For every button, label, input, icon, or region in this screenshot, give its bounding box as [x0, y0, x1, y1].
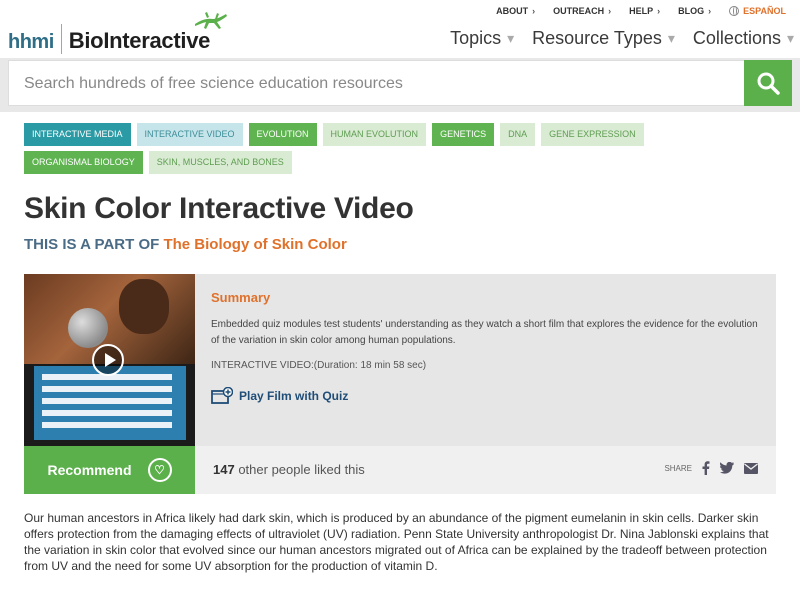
utility-link-label: OUTREACH: [553, 6, 605, 16]
logo-divider: [60, 24, 62, 54]
collection-link[interactable]: The Biology of Skin Color: [163, 236, 346, 253]
hhmi-logo-text: hhmi: [8, 31, 54, 53]
tag-organismal-biology[interactable]: ORGANISMAL BIOLOGY: [24, 151, 143, 174]
share-tools: SHARE: [664, 461, 758, 475]
nav-label: Topics: [450, 28, 502, 48]
tag-interactive-video[interactable]: INTERACTIVE VIDEO: [136, 123, 243, 146]
share-label: SHARE: [664, 463, 692, 473]
tag-list: INTERACTIVE MEDIA INTERACTIVE VIDEO EVOL…: [24, 123, 644, 179]
recommend-label: Recommend: [47, 462, 132, 478]
part-of-prefix: THIS IS A PART OF: [24, 236, 160, 253]
summary-text: Embedded quiz modules test students' und…: [211, 319, 758, 346]
tag-evolution[interactable]: EVOLUTION: [248, 123, 317, 146]
email-icon[interactable]: [744, 462, 758, 474]
likes-suffix: other people liked this: [238, 462, 365, 477]
utility-link-about[interactable]: ABOUT ›: [496, 6, 535, 16]
language-link-espanol[interactable]: ESPAÑOL: [729, 6, 786, 16]
search-icon: [757, 72, 780, 95]
heart-plus-icon: ♡: [147, 458, 172, 482]
recommend-bar: Recommend ♡ 147 other people liked this …: [24, 446, 776, 494]
play-film-with-quiz-link[interactable]: Play Film with Quiz: [211, 387, 348, 405]
biointeractive-logo-text: BioInteractive: [68, 28, 211, 53]
nav-label: Resource Types: [532, 28, 662, 48]
tag-dna[interactable]: DNA: [500, 123, 536, 146]
add-window-icon: [211, 387, 233, 404]
nav-label: Collections: [692, 28, 781, 48]
search-button[interactable]: [744, 60, 792, 106]
utility-link-label: HELP: [629, 6, 654, 16]
video-thumbnail[interactable]: [24, 274, 195, 446]
chevron-down-icon: ▾: [507, 30, 515, 46]
chevron-down-icon: ▾: [667, 30, 675, 46]
twitter-icon[interactable]: [720, 462, 734, 474]
thumbnail-globe: [68, 308, 108, 348]
search-input[interactable]: Search hundreds of free science educatio…: [8, 60, 744, 106]
chevron-down-icon: ▾: [786, 30, 794, 46]
chevron-right-icon: ›: [608, 6, 612, 16]
chevron-right-icon: ›: [532, 6, 536, 16]
utility-link-help[interactable]: HELP ›: [629, 6, 660, 16]
tag-interactive-media[interactable]: INTERACTIVE MEDIA: [24, 123, 131, 146]
facebook-icon[interactable]: [702, 461, 710, 475]
recommend-button[interactable]: Recommend ♡: [24, 446, 195, 494]
resource-card: Summary Embedded quiz modules test stude…: [24, 274, 776, 446]
site-header: hhmi BioInteractive ABOUT › OUTREACH › HEL…: [0, 0, 800, 58]
duration-label: INTERACTIVE VIDEO:(Duration: 18 min 58 s…: [211, 360, 427, 371]
tag-human-evolution[interactable]: HUMAN EVOLUTION: [322, 123, 427, 146]
tag-gene-expression[interactable]: GENE EXPRESSION: [541, 123, 644, 146]
resource-description: Our human ancestors in Africa likely had…: [24, 511, 769, 573]
thumbnail-quiz-panel: [34, 366, 186, 440]
likes-count: 147 other people liked this: [213, 462, 365, 477]
play-film-label: Play Film with Quiz: [239, 389, 349, 403]
nav-collections[interactable]: Collections ▾: [693, 28, 794, 49]
utility-link-outreach[interactable]: OUTREACH ›: [553, 6, 611, 16]
utility-link-label: BLOG: [678, 6, 705, 16]
thumbnail-person: [119, 279, 169, 334]
search-bar: Search hundreds of free science educatio…: [0, 58, 800, 112]
summary-heading: Summary: [211, 290, 271, 305]
chevron-right-icon: ›: [708, 6, 712, 16]
nav-topics[interactable]: Topics ▾: [450, 28, 514, 49]
collection-breadcrumb: THIS IS A PART OF The Biology of Skin Co…: [24, 236, 347, 253]
main-nav: Topics ▾ Resource Types ▾ Collections ▾: [450, 28, 794, 49]
globe-icon: [729, 6, 740, 16]
utility-nav: ABOUT › OUTREACH › HELP › BLOG › ESPAÑOL: [496, 6, 786, 16]
language-label: ESPAÑOL: [743, 6, 786, 16]
nav-resource-types[interactable]: Resource Types ▾: [532, 28, 675, 49]
likes-number: 147: [213, 462, 235, 477]
chevron-right-icon: ›: [657, 6, 661, 16]
utility-link-blog[interactable]: BLOG ›: [678, 6, 711, 16]
tag-skin-muscles-bones[interactable]: SKIN, MUSCLES, AND BONES: [148, 151, 292, 174]
lizard-icon: [195, 12, 227, 29]
tag-genetics[interactable]: GENETICS: [432, 123, 495, 146]
site-logo[interactable]: hhmi BioInteractive: [8, 12, 210, 56]
page-title: Skin Color Interactive Video: [24, 192, 414, 225]
play-icon[interactable]: [92, 344, 124, 376]
utility-link-label: ABOUT: [496, 6, 529, 16]
